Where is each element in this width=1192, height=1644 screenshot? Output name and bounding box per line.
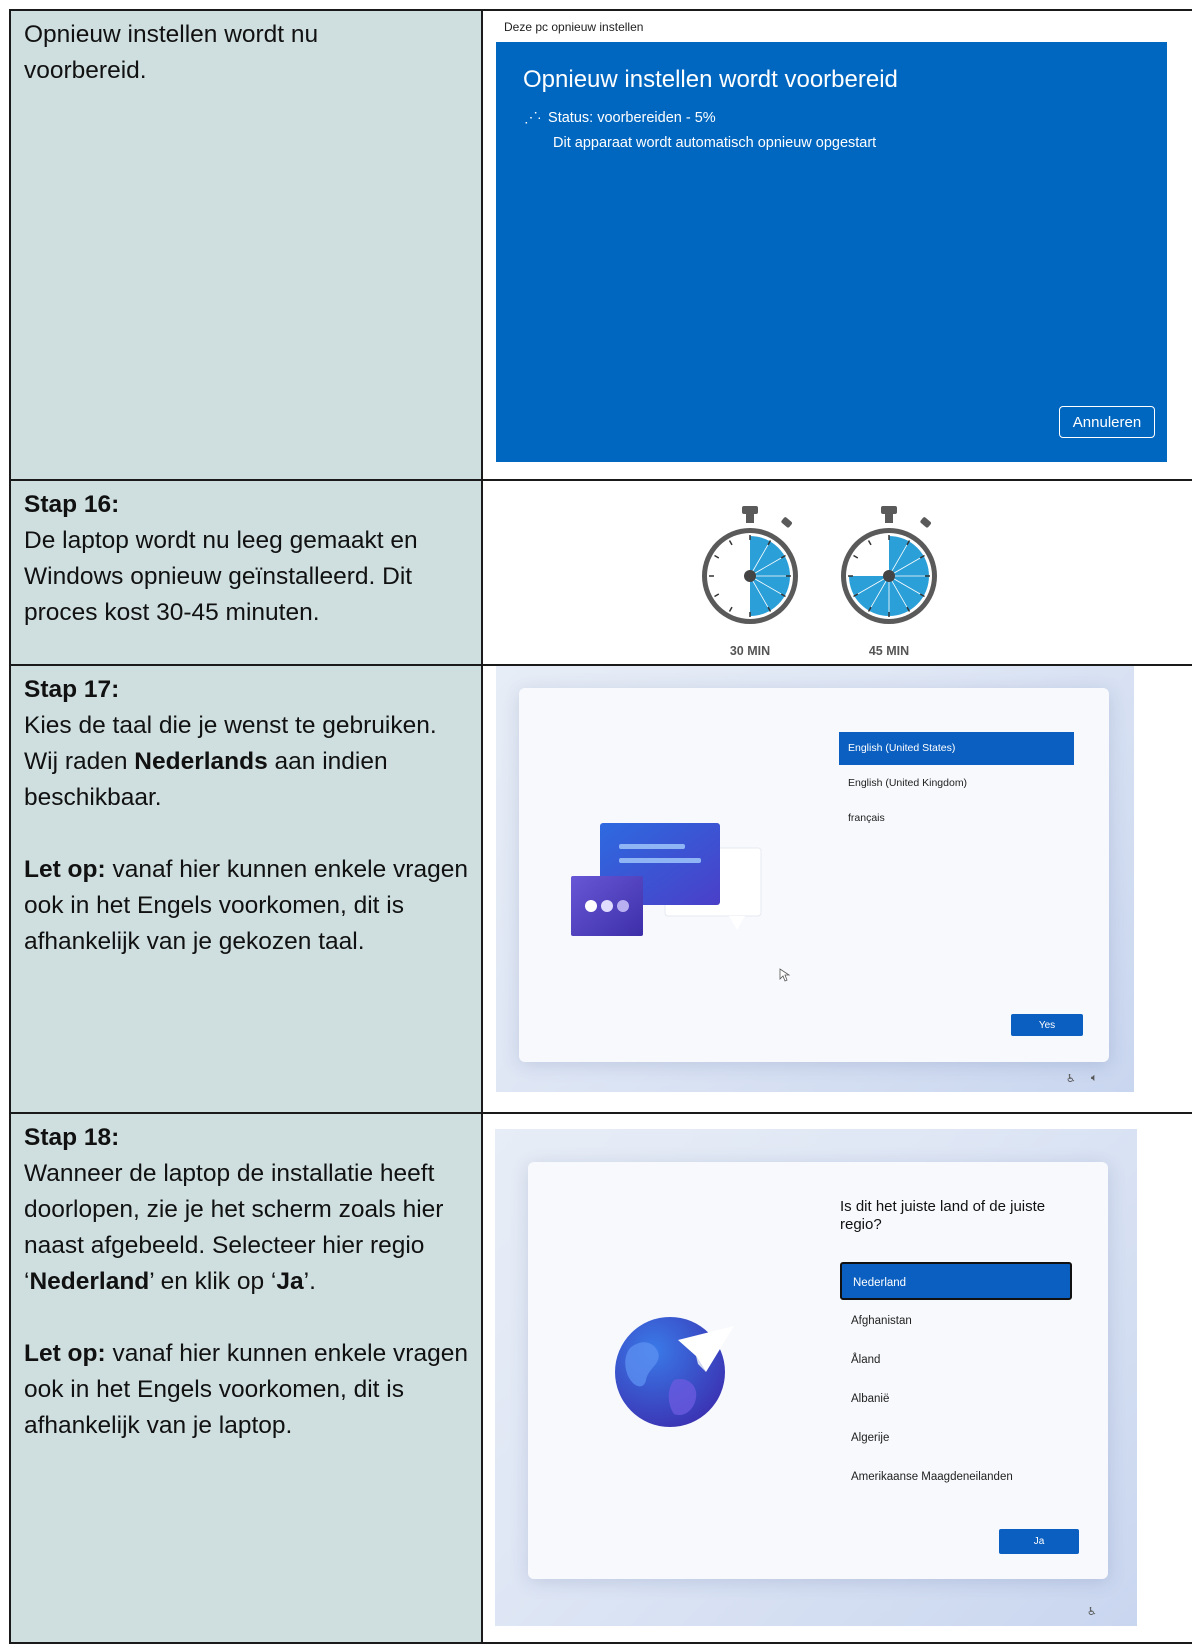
restart-notice: Dit apparaat wordt automatisch opnieuw o… <box>553 135 877 151</box>
reset-heading: Opnieuw instellen wordt voorbereid <box>523 66 898 93</box>
instruction-cell: Opnieuw instellen wordt nu voorbereid. <box>9 9 483 481</box>
stopwatch-30-min: 30 MIN <box>690 501 810 661</box>
table-row: Stap 18: Wanneer de laptop de installati… <box>9 1112 1192 1644</box>
country-option[interactable]: Afghanistan <box>840 1302 1072 1340</box>
chat-bubbles-icon <box>571 823 762 936</box>
step-title: Stap 16: <box>24 491 120 518</box>
language-option[interactable]: English (United Kingdom) <box>839 767 1074 800</box>
language-card: English (United States) English (United … <box>519 688 1109 1062</box>
stopwatch-crown <box>881 506 897 514</box>
window-title: Deze pc opnieuw instellen <box>496 11 1167 39</box>
screenshot-cell: Deze pc opnieuw instellen Opnieuw instel… <box>481 9 1192 481</box>
screenshot-cell: 30 MIN 45 MIN <box>481 479 1192 666</box>
instruction-cell: Stap 18: Wanneer de laptop de installati… <box>9 1112 483 1644</box>
volume-icon[interactable]: 🔈︎ <box>1091 1072 1098 1085</box>
screenshot-cell: English (United States) English (United … <box>481 664 1192 1114</box>
table-row: Stap 17: Kies de taal die je wenst te ge… <box>9 664 1192 1114</box>
region-question: Is dit het juiste land of de juiste regi… <box>840 1198 1046 1233</box>
stopwatch-45-min: 45 MIN <box>829 501 949 661</box>
instruction-table: Opnieuw instellen wordt nu voorbereid. D… <box>9 9 1192 1644</box>
status-text: Status: voorbereiden - 5% <box>548 110 716 126</box>
step-note: Let op: vanaf hier kunnen enkele vragen … <box>24 856 468 955</box>
language-option[interactable]: français <box>839 802 1074 835</box>
table-row: Opnieuw instellen wordt nu voorbereid. D… <box>9 9 1192 481</box>
accessibility-icon[interactable]: ♿︎ <box>1066 1072 1076 1085</box>
ja-button[interactable]: Ja <box>999 1529 1079 1554</box>
country-option[interactable]: Amerikaanse Maagdeneilanden <box>840 1458 1072 1496</box>
country-option[interactable]: Åland <box>840 1341 1072 1379</box>
language-option[interactable]: English (United States) <box>839 732 1074 765</box>
country-option[interactable]: Albanië <box>840 1380 1072 1418</box>
stopwatch-button <box>781 517 792 528</box>
language-setup-screen: English (United States) English (United … <box>496 666 1134 1092</box>
table-row: Stap 16: De laptop wordt nu leeg gemaakt… <box>9 479 1192 666</box>
mouse-cursor-icon <box>779 968 791 982</box>
dial-center <box>883 570 895 582</box>
step-note: Let op: vanaf hier kunnen enkele vragen … <box>24 1340 468 1439</box>
step-body: De laptop wordt nu leeg gemaakt en Windo… <box>24 527 418 626</box>
region-card: Is dit het juiste land of de juiste regi… <box>528 1162 1108 1579</box>
instruction-line: voorbereid. <box>24 57 147 84</box>
stopwatch-crown <box>742 506 758 514</box>
step-body: Kies de taal die je wenst te gebruiken. … <box>24 712 437 811</box>
accessibility-icon[interactable]: ♿︎ <box>1087 1605 1097 1618</box>
reset-pc-window: Deze pc opnieuw instellen Opnieuw instel… <box>496 11 1167 468</box>
spinner-icon: ⋰· <box>524 109 542 125</box>
instruction-cell: Stap 17: Kies de taal die je wenst te ge… <box>9 664 483 1114</box>
instruction-cell: Stap 16: De laptop wordt nu leeg gemaakt… <box>9 479 483 666</box>
screenshot-cell: Is dit het juiste land of de juiste regi… <box>481 1112 1192 1644</box>
stopwatch-stem <box>885 513 893 523</box>
region-setup-screen: Is dit het juiste land of de juiste regi… <box>495 1129 1137 1626</box>
step-title: Stap 17: <box>24 676 120 703</box>
yes-button[interactable]: Yes <box>1011 1014 1083 1036</box>
stopwatch-label: 30 MIN <box>729 644 771 658</box>
reset-progress-panel: Opnieuw instellen wordt voorbereid ⋰· St… <box>496 42 1167 462</box>
dial-center <box>744 570 756 582</box>
globe-icon <box>615 1317 734 1427</box>
instruction-line: Opnieuw instellen wordt nu <box>24 21 319 48</box>
stopwatch-button <box>920 517 931 528</box>
cancel-button[interactable]: Annuleren <box>1059 406 1155 438</box>
country-option[interactable]: Nederland <box>840 1262 1072 1300</box>
stopwatch-label: 45 MIN <box>868 644 910 658</box>
stopwatch-icon <box>841 506 937 624</box>
step-body: Wanneer de laptop de installatie heeft d… <box>24 1160 444 1295</box>
country-option[interactable]: Algerije <box>840 1419 1072 1457</box>
step-title: Stap 18: <box>24 1124 120 1151</box>
stopwatch-icon <box>702 506 798 624</box>
stopwatch-stem <box>746 513 754 523</box>
